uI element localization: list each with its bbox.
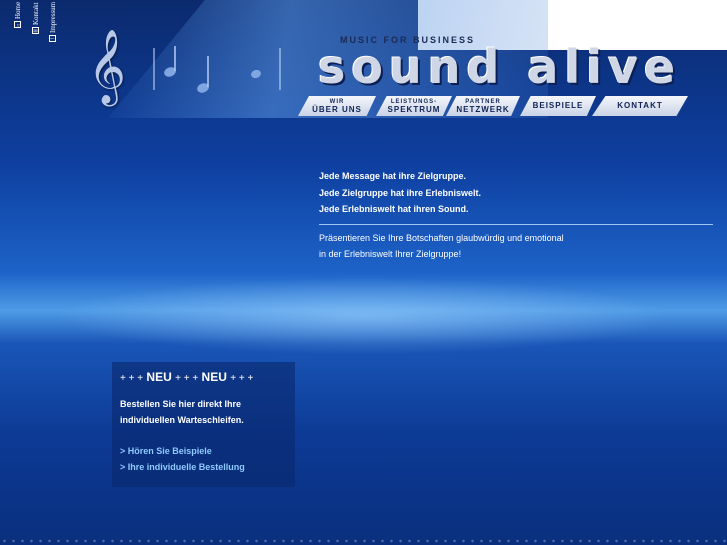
home-link-label: Home bbox=[14, 2, 22, 20]
intro-description: Präsentieren Sie Ihre Botschaften glaubw… bbox=[319, 230, 713, 262]
footer-decoration bbox=[0, 539, 727, 543]
news-neu: NEU bbox=[201, 370, 227, 384]
news-box: + + + NEU + + + NEU + + + Bestellen Sie … bbox=[112, 362, 295, 487]
news-text: individuellen Warteschleifen. bbox=[120, 415, 244, 425]
nav-tab-label: Spektrum bbox=[387, 105, 441, 114]
info-icon: i bbox=[49, 35, 57, 43]
individuelle-bestellung-link[interactable]: > Ihre individuelle Bestellung bbox=[120, 459, 287, 475]
nav-tab-beispiele[interactable]: Beispiele bbox=[520, 96, 596, 116]
news-plus: + + + bbox=[230, 373, 254, 384]
kontakt-link[interactable]: ✉ Kontakt bbox=[30, 2, 42, 52]
intro-line: Jede Zielgruppe hat ihre Erlebniswelt. bbox=[319, 187, 482, 198]
music-notes-graphic bbox=[153, 46, 281, 93]
logo[interactable]: sound alive bbox=[318, 44, 700, 92]
nav-tab-partnernetzwerk[interactable]: Partner Netzwerk bbox=[446, 96, 520, 116]
nav-tab-leistungsspektrum[interactable]: Leistungs- Spektrum bbox=[376, 96, 452, 116]
home-icon: ⌂ bbox=[14, 21, 22, 29]
news-links: > Hören Sie Beispiele > Ihre individuell… bbox=[120, 443, 287, 475]
home-link[interactable]: ⌂ Home bbox=[12, 2, 24, 52]
kontakt-link-label: Kontakt bbox=[32, 2, 40, 25]
intro-line: Jede Message hat ihre Zielgruppe. bbox=[319, 171, 467, 181]
envelope-icon: ✉ bbox=[32, 26, 40, 34]
intro-line: Jede Erlebniswelt hat ihren Sound. bbox=[319, 204, 469, 214]
nav-tab-label: Kontakt bbox=[617, 101, 663, 110]
header: ⌂ Home ✉ Kontakt i Impressum 𝄞 Music for… bbox=[0, 0, 727, 118]
news-text: Bestellen Sie hier direkt Ihre bbox=[120, 399, 242, 409]
news-title: + + + NEU + + + NEU + + + bbox=[120, 370, 287, 384]
intro-section: Jede Message hat ihre Zielgruppe. Jede Z… bbox=[319, 168, 713, 262]
news-neu: NEU bbox=[146, 370, 172, 384]
impressum-link-label: Impressum bbox=[49, 2, 57, 34]
intro-divider bbox=[319, 223, 713, 225]
nav-tab-label: Beispiele bbox=[532, 101, 584, 110]
intro-desc-line: in der Erlebniswelt Ihrer Zielgruppe! bbox=[319, 248, 462, 259]
nav-tab-ueber-uns[interactable]: Wir Über uns bbox=[298, 96, 376, 116]
intro-desc-line: Präsentieren Sie Ihre Botschaften glaubw… bbox=[319, 232, 564, 243]
nav-tab-label: Über uns bbox=[312, 105, 362, 114]
impressum-link[interactable]: i Impressum bbox=[47, 2, 59, 52]
hoeren-sie-beispiele-link[interactable]: > Hören Sie Beispiele bbox=[120, 443, 287, 459]
top-links: ⌂ Home ✉ Kontakt i Impressum bbox=[12, 2, 62, 52]
news-plus: + + + bbox=[175, 373, 199, 384]
nav-tab-label: Netzwerk bbox=[456, 105, 510, 114]
news-plus: + + + bbox=[120, 373, 144, 384]
nav-tab-kontakt[interactable]: Kontakt bbox=[592, 96, 688, 116]
